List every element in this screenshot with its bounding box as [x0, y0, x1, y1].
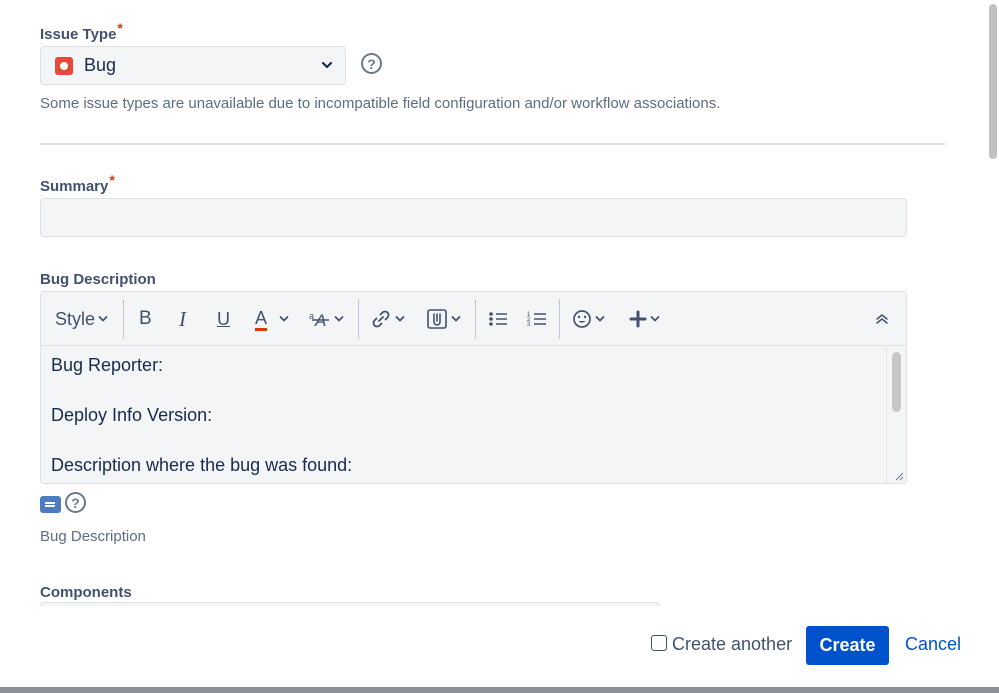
required-mark: *: [117, 20, 123, 36]
components-label: Components: [40, 584, 132, 601]
underline-button[interactable]: U: [217, 292, 230, 346]
text-size-icon: a A: [309, 311, 329, 329]
editor-scrollbar[interactable]: [886, 347, 906, 483]
emoji-button[interactable]: [572, 292, 605, 346]
issue-type-select[interactable]: Bug: [40, 46, 346, 85]
attachment-icon: [427, 309, 447, 329]
description-textarea[interactable]: Bug Reporter: Deploy Info Version: Descr…: [41, 347, 888, 483]
bug-icon: [55, 56, 73, 75]
link-icon: [372, 310, 390, 328]
create-another-label[interactable]: Create another: [672, 634, 792, 655]
editor-toolbar: Style B I U A a A 1 2 3: [41, 292, 906, 346]
collapse-toolbar-button[interactable]: [875, 292, 889, 346]
plus-icon: [629, 310, 647, 328]
section-divider: [40, 143, 945, 145]
editor-scrollbar-thumb[interactable]: [892, 352, 901, 412]
cancel-button[interactable]: Cancel: [905, 634, 961, 655]
chevron-down-icon: [451, 316, 461, 322]
chevron-down-icon: [650, 316, 660, 322]
svg-text:3: 3: [527, 322, 531, 328]
description-label: Bug Description: [40, 271, 156, 288]
resize-handle-icon[interactable]: [894, 471, 904, 481]
bullet-list-button[interactable]: [488, 292, 508, 346]
editor-line: Deploy Info Version:: [51, 405, 213, 425]
bold-button[interactable]: B: [139, 292, 152, 346]
toolbar-separator: [123, 299, 124, 339]
help-icon[interactable]: ?: [361, 53, 382, 74]
description-editor: Style B I U A a A 1 2 3 Bug Reporter: De…: [40, 291, 907, 484]
window-bottom-edge: [0, 687, 999, 693]
numbered-list-button[interactable]: 1 2 3: [527, 292, 547, 346]
issue-type-hint: Some issue types are unavailable due to …: [40, 95, 721, 112]
help-icon[interactable]: ?: [65, 492, 86, 513]
chevron-down-icon: [321, 61, 333, 69]
chevron-down-icon: [98, 316, 108, 322]
required-mark: *: [109, 172, 115, 188]
create-button[interactable]: Create: [806, 626, 889, 665]
chevron-down-icon: [595, 316, 605, 322]
attachment-button[interactable]: [426, 292, 461, 346]
style-dropdown[interactable]: Style: [55, 292, 108, 346]
editor-line: Bug Reporter:: [51, 355, 164, 375]
description-help-text: Bug Description: [40, 528, 146, 545]
summary-label: Summary*: [40, 172, 115, 195]
italic-button[interactable]: I: [179, 292, 186, 346]
emoji-icon: [573, 310, 591, 328]
style-dropdown-label: Style: [55, 308, 96, 329]
chevron-down-icon: [279, 316, 289, 322]
page-scrollbar-thumb[interactable]: [989, 4, 997, 159]
toolbar-separator: [475, 299, 476, 339]
double-chevron-up-icon: [876, 314, 888, 324]
chevron-down-icon: [395, 316, 405, 322]
insert-more-button[interactable]: [629, 292, 660, 346]
create-another-checkbox[interactable]: [651, 635, 667, 651]
page-scrollbar[interactable]: [986, 0, 999, 605]
text-color-button[interactable]: A: [255, 292, 289, 346]
wiki-markup-icon[interactable]: [40, 496, 61, 513]
bullet-list-icon: [489, 312, 507, 326]
issue-type-label: Issue Type*: [40, 20, 123, 43]
link-button[interactable]: [370, 292, 405, 346]
text-color-label: A: [255, 308, 268, 331]
chevron-down-icon: [334, 316, 344, 322]
toolbar-separator: [358, 299, 359, 339]
summary-input[interactable]: [40, 198, 907, 237]
editor-line: Description where the bug was found:: [51, 455, 353, 475]
toolbar-separator: [559, 299, 560, 339]
numbered-list-icon: 1 2 3: [527, 312, 546, 328]
issue-type-value: Bug: [84, 55, 117, 75]
text-size-button[interactable]: a A: [309, 292, 344, 346]
